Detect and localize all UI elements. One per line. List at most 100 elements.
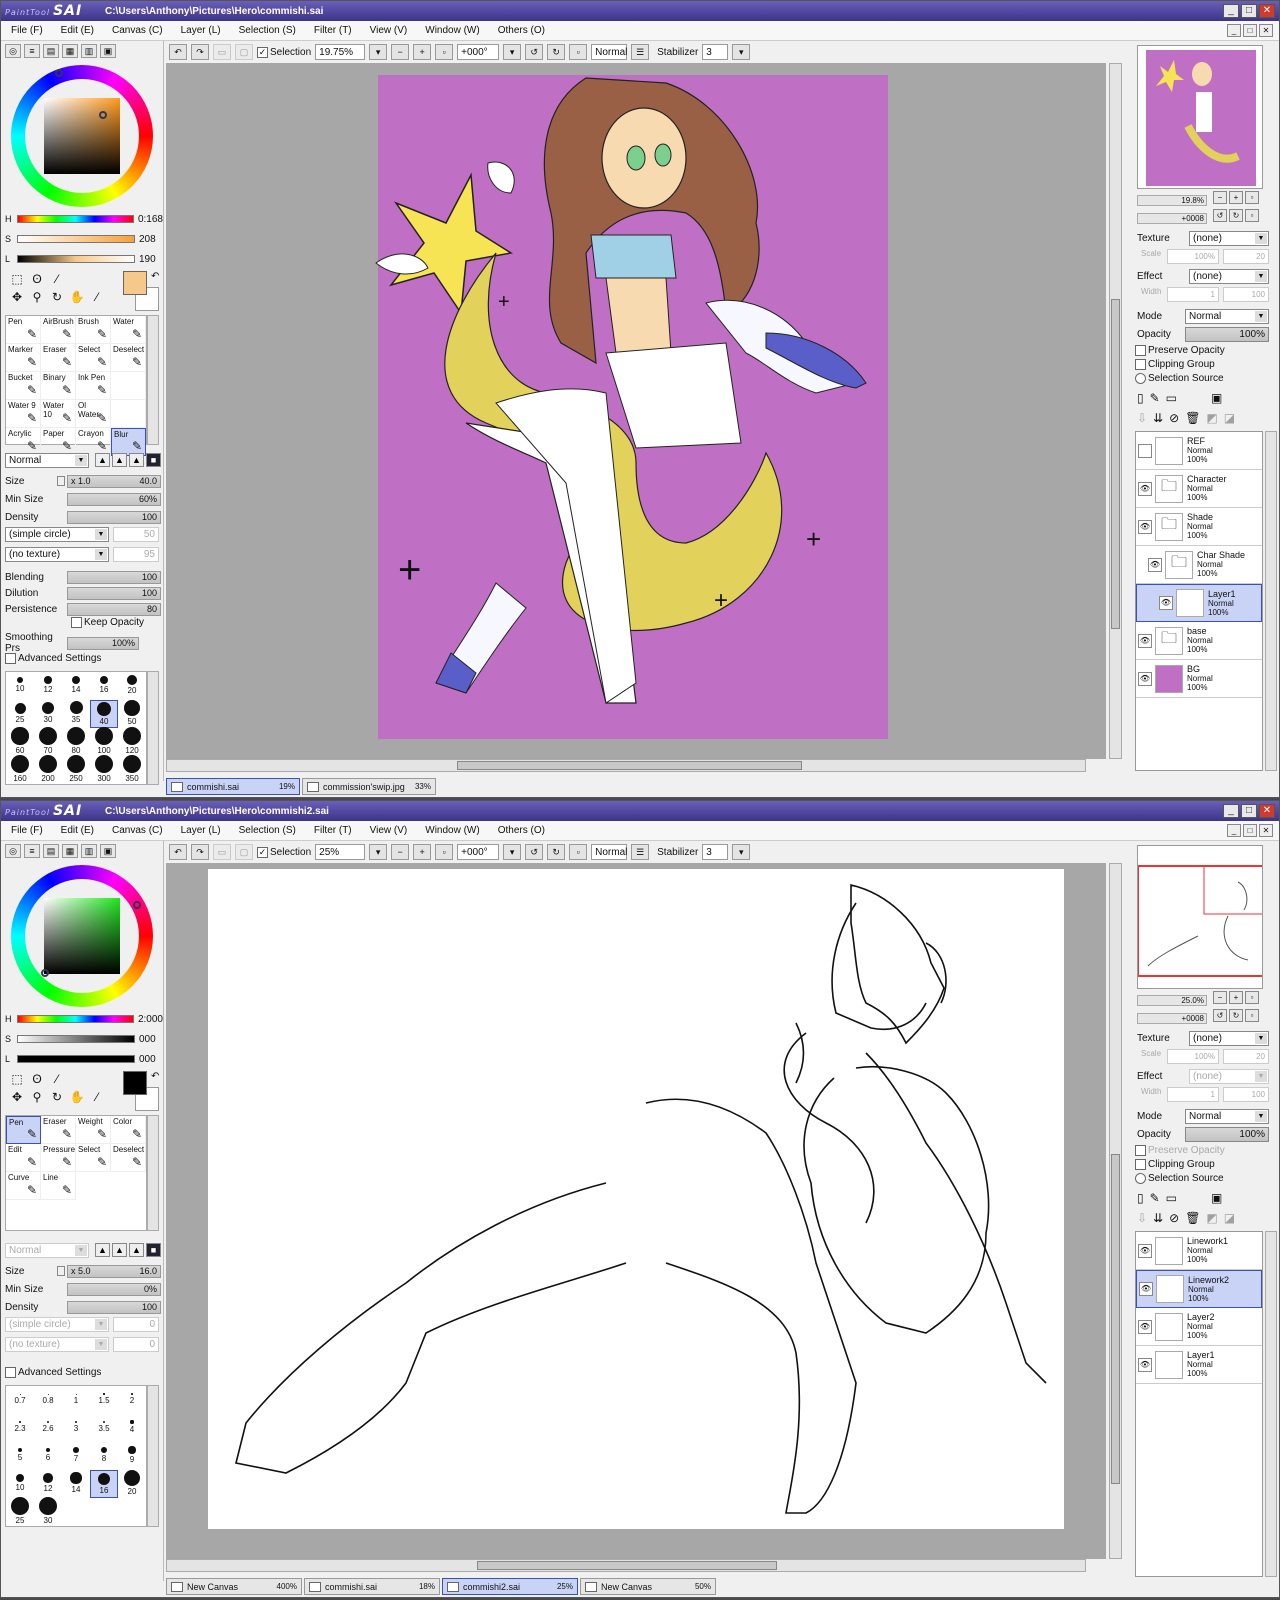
size-bar[interactable]: x 5.0 16.0 — [67, 1264, 161, 1278]
visibility-icon[interactable]: 👁 — [1138, 481, 1152, 496]
minimize-button[interactable]: _ — [1223, 804, 1239, 818]
flip-icon[interactable]: ☰ — [631, 44, 650, 60]
navigator-preview[interactable] — [1137, 845, 1263, 989]
zoom-reset-icon[interactable]: ▫ — [435, 844, 454, 860]
brush-tool[interactable]: Line ✎ — [41, 1172, 76, 1200]
canvas-viewport[interactable]: + + + + — [166, 63, 1106, 759]
s-gradient-bar[interactable] — [17, 1035, 135, 1043]
maximize-button[interactable]: □ — [1241, 4, 1257, 18]
brush-size-preset[interactable]: 20 — [118, 1470, 146, 1498]
hard-edge-icon[interactable]: ▲ — [129, 1243, 144, 1257]
visibility-icon[interactable]: 👁 — [1138, 1319, 1152, 1334]
l-gradient-bar[interactable] — [17, 1055, 135, 1063]
brush-size-preset[interactable]: 10 — [6, 1470, 34, 1498]
brush-tool[interactable]: Pen ✎ — [6, 1116, 41, 1144]
rect-select-icon[interactable]: ⬚ — [9, 271, 25, 287]
h-slider[interactable]: H 2:000 — [5, 1011, 163, 1027]
layer-option-toggle[interactable]: Preserve Opacity — [1135, 1145, 1225, 1156]
mix-property-bar[interactable]: 100 — [67, 570, 161, 584]
effect-select[interactable]: (none) ▼ — [1189, 269, 1269, 284]
horizontal-scrollbar[interactable] — [166, 1559, 1086, 1572]
brush-tool[interactable]: Blur ✎ — [111, 428, 146, 456]
s-slider[interactable]: S 000 — [5, 1031, 163, 1047]
zoom-out-icon[interactable]: − — [391, 844, 410, 860]
visibility-icon[interactable]: 👁 — [1138, 1243, 1152, 1258]
size-multiplier-icon[interactable] — [57, 1266, 65, 1276]
zoom-in-icon[interactable]: + — [1229, 191, 1243, 204]
rotate-right-icon[interactable]: ↻ — [547, 844, 566, 860]
width-field-2[interactable]: 100 — [1223, 1087, 1269, 1102]
clear-layer-icon[interactable]: ⊘ — [1169, 1211, 1179, 1225]
l-slider[interactable]: L 190 — [5, 251, 163, 267]
visibility-icon[interactable]: 👁 — [1139, 1282, 1153, 1296]
opacity-bar[interactable]: 100% — [1185, 327, 1269, 342]
zoom-in-icon[interactable]: + — [413, 44, 432, 60]
brush-size-preset[interactable]: 10 — [6, 672, 34, 700]
brush-size-preset[interactable]: 120 — [118, 727, 146, 756]
merge-down-icon[interactable]: ⇊ — [1153, 1211, 1163, 1225]
brush-size-preset[interactable]: 9 — [118, 1442, 146, 1470]
rect-select-icon[interactable]: ⬚ — [9, 1071, 25, 1087]
layer-settings-icon[interactable]: ▣ — [1211, 391, 1222, 405]
brush-size-preset[interactable]: 3 — [62, 1414, 90, 1442]
shape-select-strength[interactable]: 50 — [113, 527, 159, 542]
hsv-slider-icon[interactable]: ▤ — [43, 44, 59, 58]
palette-icon[interactable]: ▦ — [62, 844, 78, 858]
brush-size-preset[interactable]: 16 — [90, 672, 118, 700]
delete-layer-icon[interactable]: 🗑 — [1185, 411, 1200, 425]
brush-tool[interactable]: Color ✎ — [111, 1116, 146, 1144]
menu-item[interactable]: Edit (E) — [61, 25, 94, 36]
s-gradient-bar[interactable] — [17, 235, 135, 243]
scale-field-2[interactable]: 20 — [1223, 249, 1269, 264]
mix-property-bar[interactable]: 80 — [67, 602, 161, 616]
brush-tool[interactable]: Bucket ✎ — [6, 372, 41, 400]
brush-size-preset[interactable]: 40 — [90, 700, 118, 728]
redo-icon[interactable]: ↷ — [191, 44, 209, 60]
brush-size-preset[interactable]: 2.3 — [6, 1414, 34, 1442]
rotate-reset-icon[interactable]: ▫ — [569, 44, 588, 60]
layer-option-toggle[interactable]: Preserve Opacity — [1135, 345, 1225, 356]
opacity-bar[interactable]: 100% — [1185, 1127, 1269, 1142]
mask-icon[interactable]: ◩ — [1206, 411, 1217, 425]
rotate-reset-icon[interactable]: ▫ — [1245, 1009, 1259, 1022]
brush-size-preset[interactable]: 50 — [118, 700, 146, 728]
lasso-icon[interactable]: ʘ — [29, 1071, 45, 1087]
rgb-slider-icon[interactable]: ≡ — [24, 844, 40, 858]
scroll-thumb[interactable] — [1111, 1154, 1120, 1484]
invert-icon[interactable]: ▢ — [235, 44, 253, 60]
layer-row[interactable]: 👁 Layer1 Normal 100% — [1136, 1346, 1262, 1384]
brush-tool[interactable]: Paper ✎ — [41, 428, 76, 456]
menu-item[interactable]: Window (W) — [425, 825, 479, 836]
maximize-button[interactable]: □ — [1241, 804, 1257, 818]
menu-item[interactable]: Others (O) — [498, 825, 545, 836]
minimize-button[interactable]: _ — [1223, 4, 1239, 18]
brush-size-preset[interactable]: 60 — [6, 727, 34, 756]
zoom-field[interactable]: 25% — [315, 844, 366, 860]
shape-select-strength[interactable]: 0 — [113, 1317, 159, 1332]
doc-minimize-button[interactable]: _ — [1227, 824, 1241, 837]
menu-item[interactable]: Filter (T) — [314, 25, 352, 36]
zoom-field[interactable]: 19.75% — [315, 44, 366, 60]
brush-size-preset[interactable]: 12 — [34, 672, 62, 700]
lasso-icon[interactable]: ʘ — [29, 271, 45, 287]
selection-toggle[interactable]: ✓ Selection — [257, 46, 311, 58]
visibility-icon[interactable]: 👁 — [1138, 633, 1152, 648]
brush-tool[interactable]: Eraser ✎ — [41, 1116, 76, 1144]
swatch-icon[interactable]: ▣ — [100, 844, 116, 858]
visibility-icon[interactable]: 👁 — [1159, 596, 1173, 610]
eyedropper-icon[interactable]: ⁄ — [89, 1089, 105, 1105]
flat-edge-icon[interactable]: ■ — [146, 1243, 161, 1257]
brush-size-preset[interactable]: 200 — [34, 755, 62, 784]
brush-size-preset[interactable]: 6 — [34, 1442, 62, 1470]
deselect-icon[interactable]: ▭ — [213, 44, 231, 60]
move-icon[interactable]: ✥ — [9, 1089, 25, 1105]
zoom-icon[interactable]: ⚲ — [29, 1089, 45, 1105]
layer-list-scrollbar[interactable] — [1265, 1231, 1277, 1577]
brush-tool[interactable]: Water 9 ✎ — [6, 400, 41, 428]
advanced-settings-toggle[interactable]: Advanced Settings — [5, 653, 101, 664]
blend-mode-select[interactable]: Normal ▼ — [5, 1243, 89, 1258]
canvas-viewport[interactable] — [166, 863, 1106, 1559]
mask-icon[interactable]: ◩ — [1206, 1211, 1217, 1225]
swatch-icon[interactable]: ▣ — [100, 44, 116, 58]
menu-item[interactable]: View (V) — [370, 25, 408, 36]
